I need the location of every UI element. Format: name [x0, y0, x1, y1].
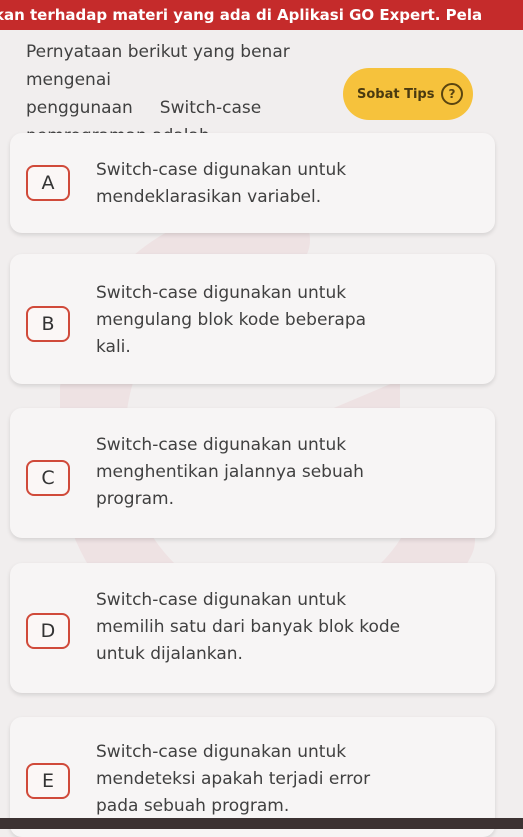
question-line: Pernyataan berikut yang benar mengenai — [26, 42, 290, 90]
option-line: Switch-case digunakan untuk — [96, 283, 347, 303]
question-circle-icon: ? — [441, 83, 463, 105]
option-text: Switch-case digunakan untuk memilih satu… — [96, 587, 476, 668]
option-c[interactable]: C Switch-case digunakan untuk menghentik… — [10, 408, 495, 538]
option-b[interactable]: B Switch-case digunakan untuk mengulang … — [10, 254, 495, 384]
option-letter: C — [26, 460, 70, 496]
option-line: mendeklarasikan variabel. — [96, 187, 322, 207]
option-text: Switch-case digunakan untuk menghentikan… — [96, 432, 476, 513]
option-line: memilih satu dari banyak blok kode — [96, 617, 401, 637]
option-d[interactable]: D Switch-case digunakan untuk memilih sa… — [10, 563, 495, 693]
bottom-edge — [0, 818, 523, 829]
option-letter: A — [26, 165, 70, 201]
option-line: mengulang blok kode beberapa — [96, 310, 367, 330]
option-text: Switch-case digunakan untuk mengulang bl… — [96, 280, 476, 361]
option-letter: E — [26, 763, 70, 799]
question-line: penggunaan Switch-case — [26, 98, 262, 118]
option-line: Switch-case digunakan untuk — [96, 435, 347, 455]
option-line: program. — [96, 489, 174, 509]
option-line: menghentikan jalannya sebuah — [96, 462, 364, 482]
option-line: kali. — [96, 337, 131, 357]
option-letter: B — [26, 306, 70, 342]
option-line: pada sebuah program. — [96, 796, 290, 816]
sobat-tips-button[interactable]: Sobat Tips ? — [343, 68, 473, 120]
top-banner: kan terhadap materi yang ada di Aplikasi… — [0, 0, 523, 30]
option-line: Switch-case digunakan untuk — [96, 160, 347, 180]
option-a[interactable]: A Switch-case digunakan untuk mendeklara… — [10, 133, 495, 233]
banner-text: kan terhadap materi yang ada di Aplikasi… — [0, 6, 483, 24]
option-line: mendeteksi apakah terjadi error — [96, 769, 371, 789]
option-text: Switch-case digunakan untuk mendeteksi a… — [96, 739, 476, 820]
option-letter: D — [26, 613, 70, 649]
option-line: Switch-case digunakan untuk — [96, 590, 347, 610]
option-text: Switch-case digunakan untuk mendeklarasi… — [96, 157, 476, 211]
option-line: Switch-case digunakan untuk — [96, 742, 347, 762]
sobat-tips-label: Sobat Tips — [357, 86, 435, 102]
option-line: untuk dijalankan. — [96, 644, 243, 664]
